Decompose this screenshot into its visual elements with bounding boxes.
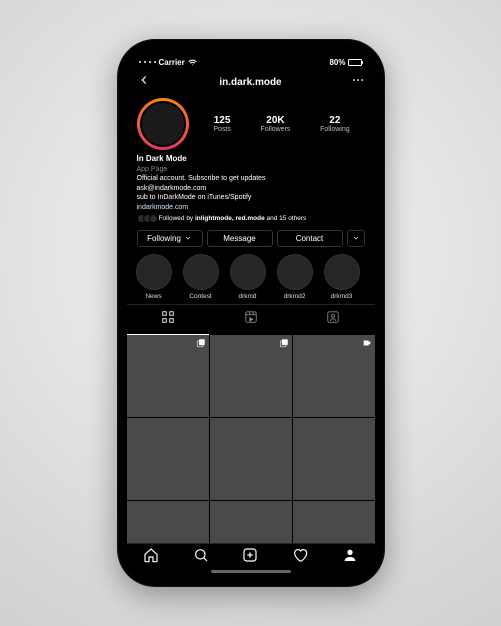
post-thumbnail[interactable] — [127, 335, 209, 417]
bio-line: Official account. Subscribe to get updat… — [137, 174, 365, 183]
chevron-down-icon — [184, 234, 192, 242]
post-thumbnail[interactable] — [127, 501, 209, 543]
avatar[interactable] — [137, 98, 189, 150]
stat-followers[interactable]: 20K Followers — [260, 115, 290, 133]
followed-by-names: inlightmode, red.mode — [195, 215, 265, 222]
stat-following[interactable]: 22 Following — [320, 115, 350, 133]
screen: Carrier 10:22 80% in.dark.mode — [127, 49, 375, 577]
content-tabs — [127, 304, 375, 335]
bio-link[interactable]: indarkmode.com — [137, 203, 365, 212]
nav-create[interactable] — [242, 547, 258, 568]
highlight-label: drkmd2 — [274, 293, 316, 300]
nav-activity[interactable] — [292, 547, 308, 568]
post-thumbnail[interactable] — [293, 418, 375, 500]
bio-block: In Dark Mode App Page Official account. … — [127, 154, 375, 212]
contact-label: Contact — [296, 234, 324, 243]
post-thumbnail[interactable] — [293, 501, 375, 543]
suggest-button[interactable] — [347, 230, 365, 247]
reels-icon — [244, 310, 258, 324]
message-button[interactable]: Message — [207, 230, 273, 247]
tab-grid[interactable] — [127, 305, 210, 335]
category: App Page — [137, 165, 365, 174]
display-name: In Dark Mode — [137, 154, 365, 165]
posts-label: Posts — [213, 126, 231, 133]
nav-home[interactable] — [143, 547, 159, 568]
tab-video[interactable] — [209, 305, 292, 335]
message-label: Message — [223, 234, 255, 243]
highlight-label: drkmd3 — [321, 293, 363, 300]
highlight-label: Contest — [180, 293, 222, 300]
back-button[interactable] — [137, 73, 151, 92]
contact-button[interactable]: Contact — [277, 230, 343, 247]
highlight-item[interactable]: drkmd2 — [274, 254, 316, 300]
page-title: in.dark.mode — [219, 77, 281, 88]
following-label: Following — [320, 126, 350, 133]
highlight-label: drkmd — [227, 293, 269, 300]
chevron-down-icon — [352, 234, 360, 242]
highlight-item[interactable]: drkmd3 — [321, 254, 363, 300]
action-row: Following Message Contact — [127, 227, 375, 250]
home-indicator — [211, 570, 291, 573]
battery-icon — [348, 59, 362, 66]
bio-line: sub to InDarkMode on iTunes/Spotify — [137, 193, 365, 202]
profile-icon — [342, 547, 358, 563]
highlight-item[interactable]: News — [133, 254, 175, 300]
nav-search[interactable] — [193, 547, 209, 568]
header-bar: in.dark.mode — [127, 71, 375, 96]
following-label: Following — [147, 234, 181, 243]
grid-icon — [161, 310, 175, 324]
followed-by[interactable]: Followed by inlightmode, red.mode and 15… — [127, 212, 375, 227]
followed-by-prefix: Followed by — [159, 215, 196, 222]
battery-pct: 80% — [329, 58, 345, 67]
highlight-label: News — [133, 293, 175, 300]
highlights-row: News Contest drkmd drkmd2 drkmd3 — [127, 250, 375, 304]
profile-summary: 125 Posts 20K Followers 22 Following — [127, 96, 375, 154]
notch — [196, 49, 306, 67]
plus-icon — [242, 547, 258, 563]
highlight-item[interactable]: Contest — [180, 254, 222, 300]
following-count: 22 — [320, 115, 350, 126]
followed-by-suffix: and 15 others — [265, 215, 307, 222]
nav-profile[interactable] — [342, 547, 358, 568]
followers-label: Followers — [260, 126, 290, 133]
carousel-icon — [196, 338, 206, 348]
post-thumbnail[interactable] — [127, 418, 209, 500]
highlight-item[interactable]: drkmd — [227, 254, 269, 300]
post-thumbnail[interactable] — [210, 418, 292, 500]
tagged-icon — [326, 310, 340, 324]
heart-icon — [292, 547, 308, 563]
post-thumbnail[interactable] — [210, 335, 292, 417]
post-thumbnail[interactable] — [293, 335, 375, 417]
tab-tagged[interactable] — [292, 305, 375, 335]
bio-line: ask@indarkmode.com — [137, 184, 365, 193]
phone-frame: Carrier 10:22 80% in.dark.mode — [117, 39, 385, 587]
stat-posts[interactable]: 125 Posts — [213, 115, 231, 133]
followers-count: 20K — [260, 115, 290, 126]
carrier-label: Carrier — [159, 58, 185, 67]
post-thumbnail[interactable] — [210, 501, 292, 543]
video-icon — [362, 338, 372, 348]
mini-avatars — [137, 214, 155, 223]
carousel-icon — [279, 338, 289, 348]
posts-grid — [127, 335, 375, 543]
home-icon — [143, 547, 159, 563]
more-button[interactable] — [351, 73, 365, 92]
following-button[interactable]: Following — [137, 230, 203, 247]
posts-count: 125 — [213, 115, 231, 126]
search-icon — [193, 547, 209, 563]
